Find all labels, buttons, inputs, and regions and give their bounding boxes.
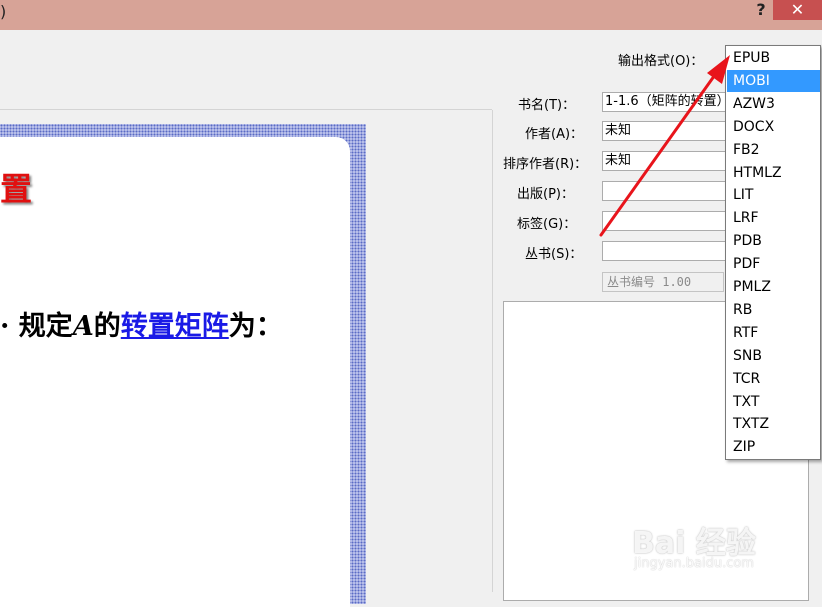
format-option[interactable]: PMLZ — [727, 276, 820, 298]
format-option[interactable]: RB — [727, 299, 820, 321]
format-option[interactable]: PDB — [727, 230, 820, 252]
cover-text-var: A — [72, 311, 94, 342]
author-field[interactable]: 未知 — [602, 121, 728, 141]
section-divider-vertical — [492, 110, 493, 592]
format-option[interactable]: HTMLZ — [727, 162, 820, 184]
cover-preview — [0, 137, 350, 607]
format-option[interactable]: EPUB — [727, 47, 820, 69]
output-format-label: 输出格式(O)： — [618, 54, 704, 69]
format-option[interactable]: TXTZ — [727, 413, 820, 435]
series-number-spinbox[interactable]: 丛书编号 1.00 — [602, 272, 724, 292]
section-divider — [0, 109, 492, 110]
window-title: ) — [0, 2, 7, 21]
format-option[interactable]: ZIP — [727, 436, 820, 458]
tags-label: 标签(G)： — [517, 217, 577, 232]
author-sort-label: 排序作者(R)： — [503, 157, 588, 172]
cover-text-lead: · 规定 — [0, 311, 73, 342]
watermark-url: jingyan.baidu.com — [634, 556, 754, 571]
publisher-field[interactable] — [602, 181, 728, 201]
title-field[interactable]: 1-1.6（矩阵的转置） — [602, 92, 728, 112]
cover-text-line: · 规定A的转置矩阵为： — [0, 304, 283, 343]
help-button[interactable]: ? — [750, 0, 772, 20]
format-option[interactable]: SNB — [727, 345, 820, 367]
close-icon: ✕ — [790, 0, 805, 19]
format-option[interactable]: LRF — [727, 207, 820, 229]
title-label: 书名(T)： — [518, 98, 576, 113]
format-option[interactable]: FB2 — [727, 139, 820, 161]
format-option[interactable]: PDF — [727, 253, 820, 275]
format-option[interactable]: MOBI — [727, 69, 820, 92]
tags-field[interactable] — [602, 211, 728, 231]
cover-text-tail: 为： — [228, 311, 283, 342]
output-format-dropdown[interactable]: EPUB MOBI AZW3 DOCX FB2 HTMLZ LIT LRF PDB PDF PMLZ… — [725, 45, 821, 460]
close-button[interactable]: ✕ — [773, 0, 822, 20]
format-option[interactable]: LIT — [727, 184, 820, 206]
format-option[interactable]: AZW3 — [727, 93, 820, 115]
format-option[interactable]: TXT — [727, 391, 820, 413]
series-label: 丛书(S)： — [525, 247, 583, 262]
cover-title: 置 — [0, 170, 33, 208]
publisher-label: 出版(P)： — [517, 187, 574, 202]
cover-text-mid: 的 — [93, 311, 121, 342]
series-field[interactable] — [602, 241, 728, 261]
format-option[interactable]: DOCX — [727, 116, 820, 138]
author-label: 作者(A)： — [525, 127, 584, 142]
format-option[interactable]: RTF — [727, 322, 820, 344]
author-sort-field[interactable]: 未知 — [602, 151, 728, 171]
format-option[interactable]: TCR — [727, 368, 820, 390]
title-bar: ) ? ✕ — [0, 0, 822, 30]
cover-text-link: 转置矩阵 — [120, 311, 229, 342]
